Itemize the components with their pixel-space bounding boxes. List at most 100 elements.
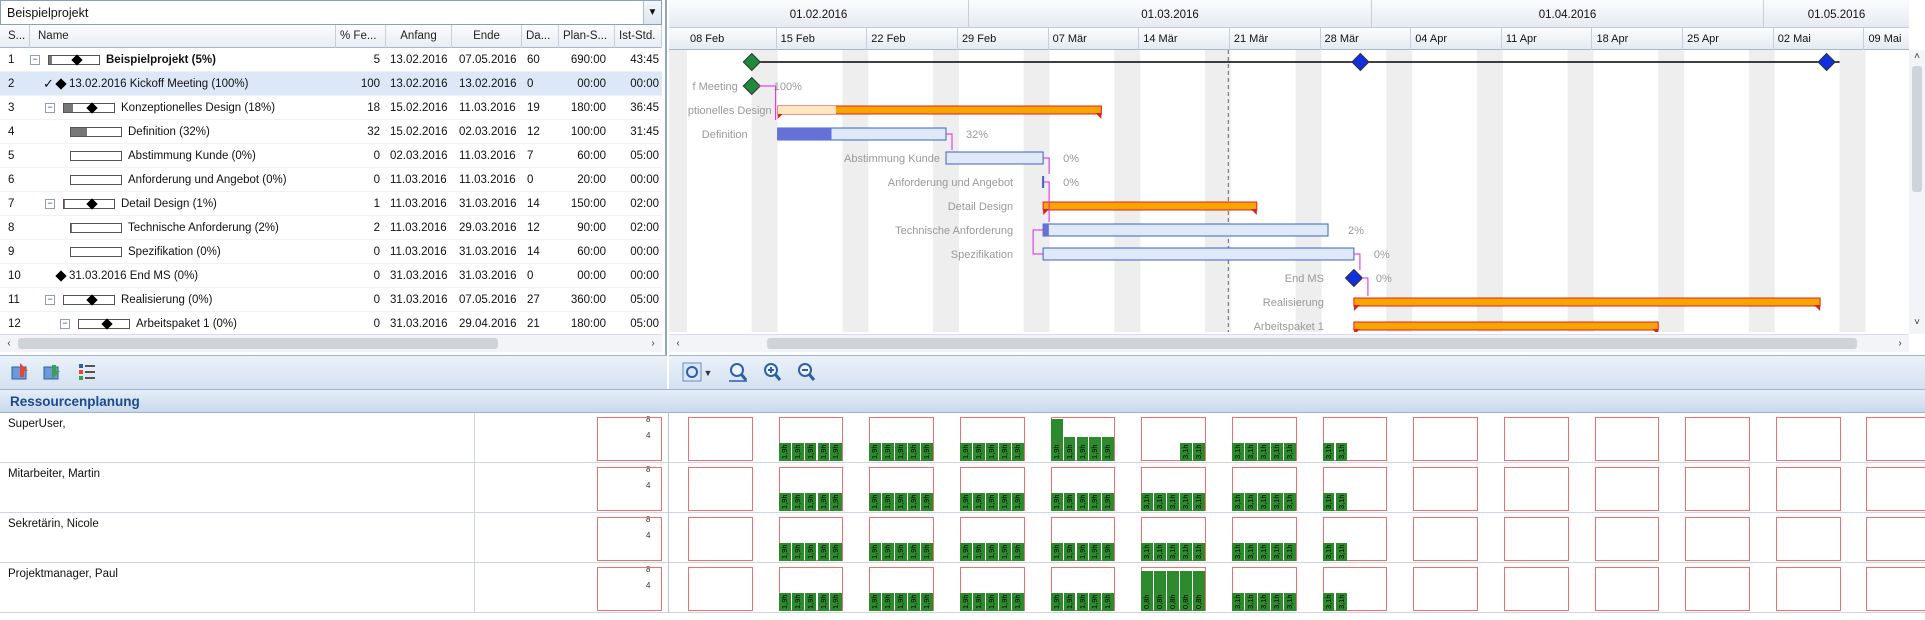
scroll-down-icon[interactable]: ˅ xyxy=(1910,316,1924,330)
load-bar-label: 1,9h xyxy=(779,494,789,509)
percent-complete: 1 xyxy=(373,198,380,210)
task-name: Technische Anforderung (2%) xyxy=(128,222,279,234)
dropdown-arrow-icon[interactable]: ▼ xyxy=(701,360,715,386)
load-bar-label: 1,9h xyxy=(818,494,828,509)
scroll-right-icon[interactable]: › xyxy=(1893,337,1907,351)
gantt-pct: 2% xyxy=(1348,225,1364,237)
table-row[interactable]: 12 − Arbeitspaket 1 (0%) 0 31.03.2016 29.04.2… xyxy=(0,312,662,334)
load-bar-label: 1,9h xyxy=(818,594,828,609)
table-row[interactable]: 5 Abstimmung Kunde (0%) 0 02.03.2016 11.03.2… xyxy=(0,144,662,168)
scroll-up-icon[interactable]: ˄ xyxy=(1910,50,1924,64)
progress-fill xyxy=(71,224,72,232)
gantt-pct: 32% xyxy=(966,129,988,141)
week-header: 29 Feb xyxy=(958,28,1049,50)
load-bar-label: 3,1h xyxy=(1323,444,1333,459)
table-row[interactable]: 8 Technische Anforderung (2%) 2 11.03.2016 2… xyxy=(0,216,662,240)
week-header: 22 Feb xyxy=(867,28,958,50)
month-feb: 01.02.2016 xyxy=(669,0,969,28)
scroll-left-icon[interactable]: ‹ xyxy=(671,337,685,351)
resource-row[interactable]: SuperUser, 8 4 1,9h 1,9h 1,9h 1,9h 1,9h 1,9h 1,9h… xyxy=(0,413,1925,463)
load-bar-label: 1,9h xyxy=(986,494,996,509)
load-bar-label: 1,9h xyxy=(1064,544,1074,559)
gantt-horizontal-scrollbar[interactable]: ‹ › xyxy=(669,334,1909,352)
gantt-month-header: 01.02.2016 01.03.2016 01.04.2016 01.05.2… xyxy=(669,0,1909,28)
actual-hours: 05:00 xyxy=(630,150,659,162)
scrollbar-thumb[interactable] xyxy=(18,338,498,349)
expand-collapse-icon[interactable]: − xyxy=(45,295,55,305)
vscroll-thumb[interactable] xyxy=(1912,66,1922,192)
load-bar-label: 3,1h xyxy=(1336,494,1346,509)
col-header-duration[interactable]: Da... xyxy=(522,25,559,48)
list-icon[interactable] xyxy=(74,360,100,386)
col-header-actual-hours[interactable]: Ist-Std. xyxy=(615,25,662,48)
col-header-percent[interactable]: % Fe... xyxy=(336,25,386,48)
start-date: 11.03.2016 xyxy=(390,174,447,186)
progress-bar xyxy=(70,223,122,233)
table-row[interactable]: 4 Definition (32%) 32 15.02.2016 02.03.2016 1… xyxy=(0,120,662,144)
task-name: 31.03.2016 End MS (0%) xyxy=(69,270,199,282)
scroll-left-icon[interactable]: ‹ xyxy=(2,337,16,351)
duration: 0 xyxy=(527,270,534,282)
duration: 21 xyxy=(527,318,540,330)
load-bar-label: 3,1h xyxy=(1155,494,1165,509)
project-up-icon[interactable] xyxy=(8,360,34,386)
expand-collapse-icon[interactable]: − xyxy=(30,55,40,65)
summary-bar-right-cap xyxy=(1095,113,1102,119)
gantt-pct: 0% xyxy=(1063,153,1079,165)
zoom-date-icon[interactable] xyxy=(725,360,751,386)
load-bar-label: 3,1h xyxy=(1271,494,1281,509)
resource-name: SuperUser, xyxy=(8,418,66,430)
load-bar-label: 1,9h xyxy=(1077,444,1087,459)
capacity-frame xyxy=(688,417,753,461)
table-row[interactable]: 7 − Detail Design (1%) 1 11.03.2016 31.03.201… xyxy=(0,192,662,216)
plan-hours: 20:00 xyxy=(577,174,606,186)
load-bar-label: 3,1h xyxy=(1258,594,1268,609)
row-number: 9 xyxy=(8,246,15,258)
resource-row[interactable]: Projektmanager, Paul 8 4 1,9h 1,9h 1,9h 1,9h 1,… xyxy=(0,563,1925,613)
table-row[interactable]: 6 Anforderung und Angebot (0%) 0 11.03.2016… xyxy=(0,168,662,192)
load-bar-label: 1,9h xyxy=(831,594,841,609)
expand-collapse-icon[interactable]: − xyxy=(45,103,55,113)
expand-collapse-icon[interactable]: − xyxy=(45,199,55,209)
gantt-label: Detail Design xyxy=(948,201,1013,213)
start-date: 13.02.2016 xyxy=(390,78,448,90)
table-row[interactable]: 10 31.03.2016 End MS (0%) 0 31.03.2016 31.03… xyxy=(0,264,662,288)
table-row[interactable]: 11 − Realisierung (0%) 0 31.03.2016 07.05.201… xyxy=(0,288,662,312)
capacity-frame xyxy=(688,467,753,511)
table-row[interactable]: 3 − Konzeptionelles Design (18%) 18 15.02.20… xyxy=(0,96,662,120)
task-name: Beispielprojekt (5%) xyxy=(106,54,216,66)
col-header-plan-hours[interactable]: Plan-S... xyxy=(559,25,615,48)
resource-row[interactable]: Sekretärin, Nicole 8 4 1,9h 1,9h 1,9h 1,9h 1,9h… xyxy=(0,513,1925,563)
gantt-label: End MS xyxy=(1285,273,1324,285)
table-row[interactable]: 9 Spezifikation (0%) 0 11.03.2016 31.03.2016… xyxy=(0,240,662,264)
project-select[interactable]: Beispielprojekt ▼ xyxy=(0,0,662,25)
zoom-in-icon[interactable] xyxy=(759,360,785,386)
scrollbar-thumb[interactable] xyxy=(767,338,1857,349)
col-header-number[interactable]: S... xyxy=(0,25,30,48)
end-date: 31.03.2016 xyxy=(459,270,517,282)
zoom-out-icon[interactable] xyxy=(793,360,819,386)
table-row[interactable]: 2 ✓ 13.02.2016 Kickoff Meeting (100%) 100 13… xyxy=(0,72,662,96)
start-date: 31.03.2016 xyxy=(390,318,448,330)
load-bar-label: 1,9h xyxy=(870,594,880,609)
load-bar-label: 3,1h xyxy=(1271,544,1281,559)
chevron-down-icon[interactable]: ▼ xyxy=(643,1,661,24)
task-name: Spezifikation (0%) xyxy=(128,246,221,258)
resource-panel-title-bar: Ressourcenplanung xyxy=(0,389,1925,413)
weekend-stripe xyxy=(933,50,959,332)
load-bar-label: 3,1h xyxy=(1323,544,1333,559)
week-header: 02 Mai xyxy=(1774,28,1865,50)
table-row[interactable]: 1 − Beispielprojekt (5%) 5 13.02.2016 07.05.2… xyxy=(0,48,662,72)
capacity-frame xyxy=(1594,517,1660,561)
expand-collapse-icon[interactable]: − xyxy=(60,319,70,329)
gantt-chart-pane: 01.02.2016 01.03.2016 01.04.2016 01.05.2… xyxy=(669,0,1925,355)
table-horizontal-scrollbar[interactable]: ‹ › xyxy=(0,334,662,352)
project-down-icon[interactable] xyxy=(40,360,66,386)
gantt-vertical-scrollbar[interactable]: ˄ ˅ xyxy=(1909,50,1925,334)
scroll-right-icon[interactable]: › xyxy=(646,337,660,351)
resource-row[interactable]: Mitarbeiter, Martin 8 4 1,9h 1,9h 1,9h 1,9h 1,9… xyxy=(0,463,1925,513)
load-bar-label: 3,1h xyxy=(1232,494,1242,509)
col-header-start[interactable]: Anfang xyxy=(386,25,452,48)
col-header-name[interactable]: Name xyxy=(30,25,336,48)
col-header-end[interactable]: Ende xyxy=(452,25,522,48)
